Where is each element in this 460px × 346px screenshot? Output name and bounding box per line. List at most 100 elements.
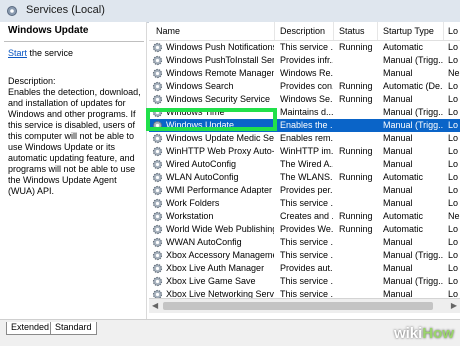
service-row[interactable]: WWAN AutoConfig This service ... Manual Lo <box>149 236 460 249</box>
service-description-cell: Maintains d... <box>280 107 333 117</box>
service-row[interactable]: Windows Update Medic Serv... Enables rem.… <box>149 132 460 145</box>
service-startup-type-cell: Manual (Trigg... <box>383 55 443 65</box>
service-description-cell: The WLANS... <box>280 172 333 182</box>
service-description-cell: This service ... <box>280 250 333 260</box>
service-log-on-cell: Lo <box>448 185 459 195</box>
column-header-startup-type[interactable]: Startup Type <box>383 26 445 36</box>
gear-icon <box>152 68 163 79</box>
view-tabs: Extended Standard wikiHow <box>0 319 460 346</box>
service-status-cell: Running <box>339 81 373 91</box>
service-startup-type-cell: Automatic (De... <box>383 81 443 91</box>
column-divider[interactable] <box>333 22 334 40</box>
service-row[interactable]: Wired AutoConfig The Wired A... Manual Lo <box>149 158 460 171</box>
service-name-cell: Xbox Live Auth Manager <box>166 263 265 273</box>
service-row[interactable]: Windows Push Notifications... This servic… <box>149 41 460 54</box>
gear-icon <box>152 172 163 183</box>
gear-icon <box>152 81 163 92</box>
service-row[interactable]: Windows PushToInstall Servi... Provides i… <box>149 54 460 67</box>
service-startup-type-cell: Manual <box>383 159 413 169</box>
service-log-on-cell: Lo <box>448 224 459 234</box>
column-header-log-on-as[interactable]: Lo <box>448 26 460 36</box>
gear-icon <box>152 185 163 196</box>
service-name-cell: WWAN AutoConfig <box>166 237 242 247</box>
service-name-cell: Wired AutoConfig <box>166 159 237 169</box>
service-startup-type-cell: Automatic <box>383 224 424 234</box>
column-header-description[interactable]: Description <box>280 26 336 36</box>
service-log-on-cell: Lo <box>448 250 459 260</box>
column-divider[interactable] <box>443 22 444 40</box>
start-service-text: the service <box>27 48 74 58</box>
service-startup-type-cell: Automatic <box>383 172 424 182</box>
service-status-cell: Running <box>339 224 373 234</box>
service-startup-type-cell: Manual <box>383 198 413 208</box>
service-name-cell: Workstation <box>166 211 214 221</box>
service-name-cell: Windows Push Notifications... <box>166 42 274 52</box>
service-description-cell: Provides con... <box>280 81 333 91</box>
column-header-status[interactable]: Status <box>339 26 379 36</box>
service-row[interactable]: Work Folders This service ... Manual Lo <box>149 197 460 210</box>
service-description-cell: Creates and ... <box>280 211 333 221</box>
watermark-wiki: wiki <box>393 325 423 342</box>
description-text: Enables the detection, download, and ins… <box>8 87 141 196</box>
service-row[interactable]: World Wide Web Publishing... Provides We.… <box>149 223 460 236</box>
services-list: Windows Push Notifications... This servic… <box>149 41 460 300</box>
service-description-cell: The Wired A... <box>280 159 333 169</box>
start-service-link[interactable]: Start <box>8 48 27 58</box>
scroll-left-icon[interactable]: ◀ <box>152 301 158 310</box>
service-row[interactable]: WMI Performance Adapter Provides per... Ma… <box>149 184 460 197</box>
gear-icon <box>152 133 163 144</box>
service-row[interactable]: WLAN AutoConfig The WLANS... Running Automa… <box>149 171 460 184</box>
services-list-header: Name Description Status Startup Type Lo <box>149 22 460 41</box>
column-header-name[interactable]: Name <box>156 26 274 36</box>
gear-icon <box>152 224 163 235</box>
service-name-cell: WMI Performance Adapter <box>166 185 273 195</box>
wikihow-watermark: wikiHow <box>394 325 454 342</box>
service-description-cell: Enables rem... <box>280 133 333 143</box>
service-log-on-cell: Lo <box>448 237 459 247</box>
service-log-on-cell: Lo <box>448 120 459 130</box>
column-divider[interactable] <box>274 22 275 40</box>
service-row[interactable]: Workstation Creates and ... Running Automat… <box>149 210 460 223</box>
service-description-cell: Windows Se... <box>280 94 333 104</box>
service-description-cell: Enables the ... <box>280 120 333 130</box>
service-name-cell: WinHTTP Web Proxy Auto-D... <box>166 146 274 156</box>
service-row[interactable]: Xbox Accessory Manageme... This service .… <box>149 249 460 262</box>
service-row[interactable]: Windows Remote Managem... Windows Re... Ma… <box>149 67 460 80</box>
service-name-cell: Windows Search <box>166 81 234 91</box>
service-name-cell: Windows PushToInstall Servi... <box>166 55 274 65</box>
service-startup-type-cell: Manual (Trigg... <box>383 250 443 260</box>
service-startup-type-cell: Manual <box>383 185 413 195</box>
service-log-on-cell: Lo <box>448 159 459 169</box>
scrollbar-thumb[interactable] <box>163 302 433 310</box>
service-description-cell: This service ... <box>280 198 333 208</box>
column-divider[interactable] <box>377 22 378 40</box>
service-log-on-cell: Lo <box>448 198 459 208</box>
service-description-cell: Provides infr... <box>280 55 333 65</box>
gear-icon <box>152 146 163 157</box>
service-startup-type-cell: Manual <box>383 263 413 273</box>
service-log-on-cell: Lo <box>448 146 459 156</box>
service-row[interactable]: Windows Search Provides con... Running Auto… <box>149 80 460 93</box>
tab-standard[interactable]: Standard <box>50 322 97 335</box>
service-log-on-cell: Lo <box>448 133 459 143</box>
service-description-cell: This service ... <box>280 237 333 247</box>
service-details-pane: Windows Update Start the service Descrip… <box>0 22 147 322</box>
scroll-right-icon[interactable]: ▶ <box>451 301 457 310</box>
watermark-how: How <box>422 325 454 342</box>
gear-icon <box>152 250 163 261</box>
service-startup-type-cell: Manual <box>383 94 413 104</box>
service-log-on-cell: Lo <box>448 263 459 273</box>
service-status-cell: Running <box>339 211 373 221</box>
service-status-cell: Running <box>339 172 373 182</box>
service-row[interactable]: Xbox Live Game Save This service ... Manua… <box>149 275 460 288</box>
service-description-cell: Windows Re... <box>280 68 333 78</box>
service-description-cell: This service ... <box>280 276 333 286</box>
service-log-on-cell: Lo <box>448 55 459 65</box>
horizontal-scrollbar[interactable]: ◀ ▶ <box>149 298 460 313</box>
service-row[interactable]: Xbox Live Auth Manager Provides aut... Man… <box>149 262 460 275</box>
service-row[interactable]: WinHTTP Web Proxy Auto-D... WinHTTP im...… <box>149 145 460 158</box>
service-row[interactable]: Windows Security Service Windows Se... Run… <box>149 93 460 106</box>
tab-extended[interactable]: Extended <box>6 322 55 335</box>
service-startup-type-cell: Automatic <box>383 42 424 52</box>
service-startup-type-cell: Manual (Trigg... <box>383 120 443 130</box>
